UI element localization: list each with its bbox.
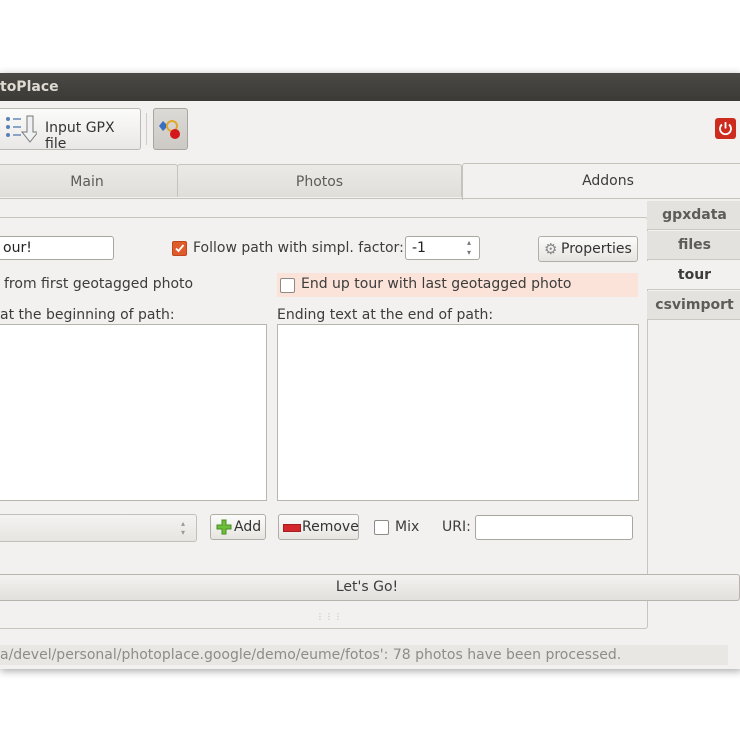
music-combo[interactable]: ▴ ▾: [0, 514, 197, 542]
begin-text-area[interactable]: [0, 324, 267, 501]
toolbar: Input GPX file: [0, 101, 740, 163]
lets-go-button[interactable]: Let's Go!: [0, 574, 740, 601]
properties-label: Properties: [561, 241, 632, 257]
window-title: toPlace: [0, 79, 59, 95]
combo-arrows-icon: ▴ ▾: [181, 519, 186, 537]
plus-icon: [216, 519, 232, 535]
start-from-first-label: from first geotagged photo: [4, 276, 194, 292]
end-text-label: Ending text at the end of path:: [277, 307, 494, 323]
toolbar-separator: [146, 113, 147, 145]
end-up-tour-checkbox[interactable]: [280, 278, 295, 293]
spin-arrows-icon[interactable]: ▴ ▾: [467, 238, 471, 258]
remove-button[interactable]: Remove: [278, 514, 359, 540]
gpx-file-icon: [6, 115, 37, 143]
mix-checkbox[interactable]: [374, 520, 389, 535]
tour-name-input[interactable]: our!: [0, 236, 114, 260]
tab-main[interactable]: Main: [0, 164, 178, 197]
properties-button[interactable]: ⚙ Properties: [538, 236, 638, 262]
side-tab-csvimport[interactable]: csvimport: [647, 291, 740, 320]
input-gpx-label: Input GPX file: [45, 120, 115, 152]
main-tabs: Main Photos Addons: [0, 163, 740, 200]
pane-resize-handle[interactable]: ⋮⋮⋮: [316, 612, 343, 621]
side-tab-files[interactable]: files: [647, 231, 740, 260]
remove-label: Remove: [302, 519, 359, 535]
follow-path-checkbox[interactable]: [172, 241, 187, 256]
status-bar: a/devel/personal/photoplace.google/demo/…: [0, 645, 728, 665]
add-label: Add: [234, 519, 262, 535]
side-tab-tour[interactable]: tour: [647, 261, 740, 290]
geotag-icon: [159, 120, 180, 139]
mix-label: Mix: [395, 519, 420, 535]
simplify-factor-spinner[interactable]: -1 ▴ ▾: [405, 236, 480, 260]
quit-button[interactable]: [715, 118, 736, 139]
simplify-factor-value: -1: [412, 240, 426, 256]
status-text: a/devel/personal/photoplace.google/demo/…: [0, 647, 622, 663]
tour-name-value: our!: [3, 240, 32, 256]
tab-addons[interactable]: Addons: [462, 163, 740, 200]
geotag-button[interactable]: [153, 108, 188, 150]
check-icon: [175, 244, 185, 253]
begin-text-label: at the beginning of path:: [0, 307, 175, 323]
power-icon: [719, 122, 732, 136]
end-text-area[interactable]: [277, 324, 639, 501]
input-gpx-button[interactable]: Input GPX file: [0, 108, 141, 152]
side-tab-gpxdata[interactable]: gpxdata: [647, 201, 740, 230]
end-up-tour-label: End up tour with last geotagged photo: [301, 276, 572, 292]
uri-input[interactable]: [475, 515, 633, 540]
tab-photos[interactable]: Photos: [177, 164, 462, 197]
minus-icon: [283, 524, 301, 532]
follow-path-label: Follow path with simpl. factor:: [193, 240, 404, 256]
gear-icon: ⚙: [544, 240, 558, 258]
uri-label: URI:: [442, 519, 471, 535]
add-button[interactable]: Add: [210, 514, 266, 540]
title-bar[interactable]: toPlace: [0, 73, 740, 101]
